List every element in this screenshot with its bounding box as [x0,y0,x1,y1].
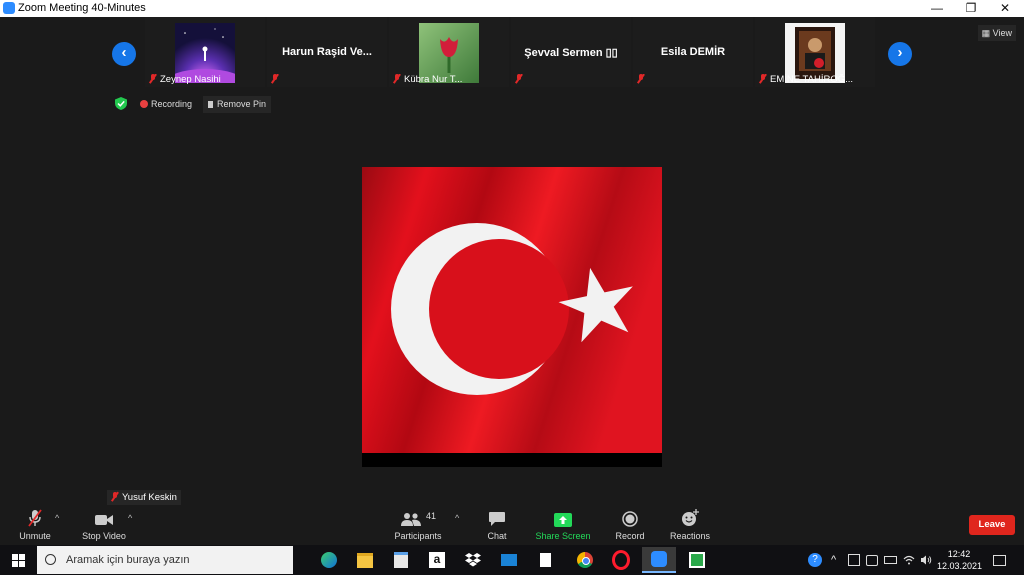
opera-icon[interactable] [604,547,638,573]
mic-off-icon [111,492,119,501]
tray-app-icon[interactable] [866,545,878,575]
participant-name: Şevval Sermen ▯▯ [524,46,618,59]
close-button[interactable]: ✕ [988,0,1022,17]
battery-icon[interactable] [884,545,897,575]
unmute-label: Unmute [19,531,51,541]
chevron-right-icon: › [897,44,903,61]
clock-time: 12:42 [947,549,971,559]
wifi-icon[interactable] [903,545,915,575]
mail-icon[interactable] [492,547,526,573]
show-hidden-icons[interactable]: ^ [831,545,836,575]
reactions-button[interactable]: Reactions [655,505,725,545]
active-speaker-name: Yusuf Keskin [122,492,177,503]
participant-tile[interactable]: Harun Raşid Ve... [267,17,387,87]
mic-off-icon [393,74,401,83]
participant-tile[interactable]: EMİNE TAHİROĞ... [755,17,875,87]
security-shield-icon[interactable] [114,96,128,111]
participant-tile[interactable]: Şevval Sermen ▯▯ [511,17,631,87]
reactions-label: Reactions [669,531,711,541]
pin-icon [208,101,213,108]
active-speaker-name-badge: Yusuf Keskin [107,490,181,505]
amazon-glyph: a [429,552,445,568]
participant-name: EMİNE TAHİROĞ... [770,74,854,85]
dropbox-icon[interactable] [456,547,490,573]
participant-strip: Zeynep Nasihi Harun Raşid Ve... Kübra Nu… [145,17,878,87]
restore-button[interactable]: ❐ [954,0,988,17]
record-icon [622,511,638,527]
title-bar: Zoom Meeting 40-Minutes — ❐ ✕ [0,0,1024,17]
search-placeholder: Aramak için buraya yazın [66,554,190,566]
mic-muted-icon [28,509,42,527]
chevron-left-icon: ‹ [121,44,127,61]
participant-name: Kübra Nur T... [404,74,463,85]
clock-date: 12.03.2021 [937,561,983,571]
participant-name: Esila DEMİR [660,46,726,58]
participant-name: Harun Raşid Ve... [282,46,372,58]
leave-button[interactable]: Leave [969,515,1015,535]
participant-tile[interactable]: Esila DEMİR [633,17,753,87]
participants-label: Participants [394,531,442,541]
share-screen-button[interactable]: Share Screen [528,505,598,545]
chat-button[interactable]: Chat [462,505,532,545]
remove-pin-label: Remove Pin [217,99,267,109]
audio-options-caret[interactable]: ^ [55,513,59,523]
remove-pin-button[interactable]: Remove Pin [203,96,272,113]
participant-name: Zeynep Nasihi [160,74,221,85]
participants-count: 41 [425,511,436,521]
search-icon [45,554,56,565]
mic-off-icon [149,74,157,83]
video-camera-icon [95,515,113,525]
volume-icon[interactable] [920,545,932,575]
gallery-next-button[interactable]: › [888,42,912,66]
notifications-icon[interactable] [993,545,1006,575]
zoom-app-icon [3,2,15,14]
system-clock[interactable]: 12:42 12.03.2021 [937,548,983,572]
recording-indicator[interactable]: Recording [140,96,192,113]
taskbar-search-box[interactable]: Aramak için buraya yazın [37,546,293,574]
view-button[interactable]: ▦ View [977,25,1016,41]
windows-taskbar: Aramak için buraya yazın a ? ^ 12:42 12.… [0,545,1024,575]
active-speaker-video [362,167,662,467]
share-screen-icon [554,513,572,527]
participants-icon [400,513,421,526]
participant-tile[interactable]: Kübra Nur T... [389,17,509,87]
mic-off-icon [515,74,523,83]
recording-label: Recording [151,99,193,109]
zoom-icon[interactable] [642,547,676,573]
record-dot-icon [140,100,148,108]
edge-icon[interactable] [312,547,346,573]
file-explorer-icon[interactable] [348,547,382,573]
chrome-icon[interactable] [568,547,602,573]
smiley-icon [682,509,699,526]
store-icon[interactable] [384,547,418,573]
minimize-button[interactable]: — [920,0,954,17]
window-title: Zoom Meeting 40-Minutes [18,2,146,14]
start-button[interactable] [0,545,36,575]
grid-icon: ▦ [981,28,993,38]
chat-label: Chat [487,531,507,541]
chat-bubble-icon [489,512,505,526]
share-screen-label: Share Screen [535,531,591,541]
green-app-icon[interactable] [680,547,714,573]
view-label: View [992,28,1012,38]
mic-off-icon [271,74,279,83]
mic-off-icon [759,74,767,83]
amazon-icon[interactable]: a [420,547,454,573]
gallery-prev-button[interactable]: ‹ [112,42,136,66]
participants-button[interactable]: 41 Participants [383,505,453,545]
participants-options-caret[interactable]: ^ [455,513,459,523]
tray-app-icon[interactable] [848,545,860,575]
stop-video-button[interactable]: Stop Video [69,505,139,545]
participant-tile[interactable]: Zeynep Nasihi [145,17,265,87]
meeting-toolbar: Unmute ^ Stop Video ^ 41 Participants ^ … [0,505,1024,545]
mic-off-icon [637,74,645,83]
windows-logo-icon [11,553,25,567]
video-options-caret[interactable]: ^ [128,513,132,523]
help-tray-icon[interactable]: ? [808,545,822,575]
unmute-button[interactable]: Unmute [0,505,70,545]
stop-video-label: Stop Video [82,531,126,541]
blank-file-icon[interactable] [528,547,562,573]
